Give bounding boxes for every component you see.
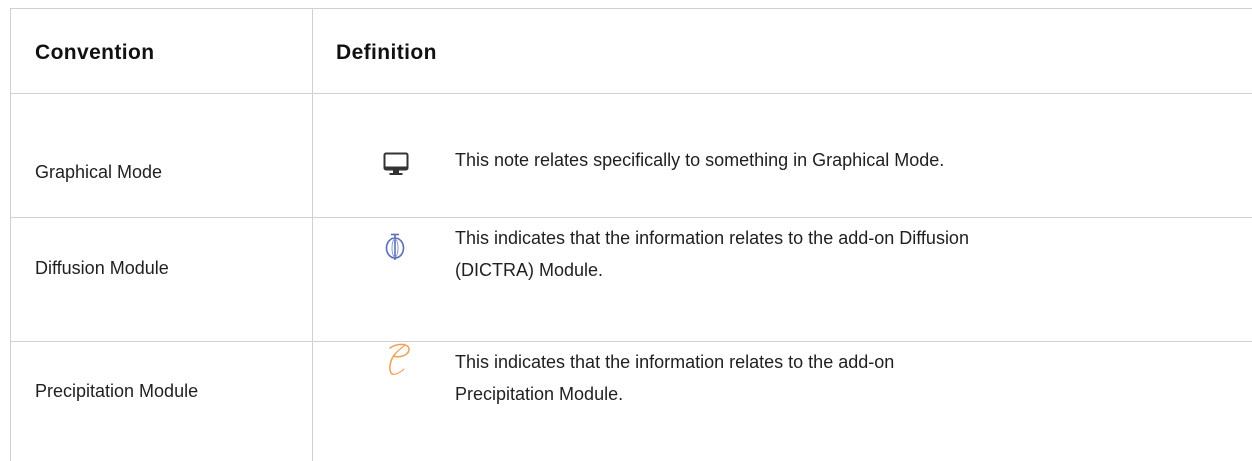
definition-line: This indicates that the information rela… xyxy=(455,352,895,372)
table-border-top xyxy=(10,8,1252,9)
column-header-convention: Convention xyxy=(35,41,155,64)
definition-line: (DICTRA) Module. xyxy=(455,260,604,280)
convention-label-diffusion-module: Diffusion Module xyxy=(35,258,169,278)
row-divider xyxy=(10,341,1252,342)
definition-graphical-mode: This note relates specifically to someth… xyxy=(455,144,1155,176)
convention-label-graphical-mode: Graphical Mode xyxy=(35,162,163,182)
row-divider xyxy=(10,93,1252,94)
definition-diffusion-module: This indicates that the information rela… xyxy=(455,222,1155,286)
table-border-left xyxy=(10,8,11,461)
diffusion-module-icon xyxy=(384,232,406,267)
definition-line: This note relates specifically to someth… xyxy=(455,150,945,170)
definition-precipitation-module: This indicates that the information rela… xyxy=(455,346,1155,410)
definition-line: This indicates that the information rela… xyxy=(455,228,969,248)
convention-label-precipitation-module: Precipitation Module xyxy=(35,381,199,401)
conventions-table: Convention Definition Graphical Mode Thi… xyxy=(10,8,1252,461)
definition-line: Precipitation Module. xyxy=(455,384,624,404)
row-divider xyxy=(10,217,1252,218)
monitor-icon xyxy=(382,151,410,184)
column-divider xyxy=(312,8,313,461)
column-header-definition: Definition xyxy=(336,41,437,64)
precipitation-module-icon xyxy=(386,342,412,381)
